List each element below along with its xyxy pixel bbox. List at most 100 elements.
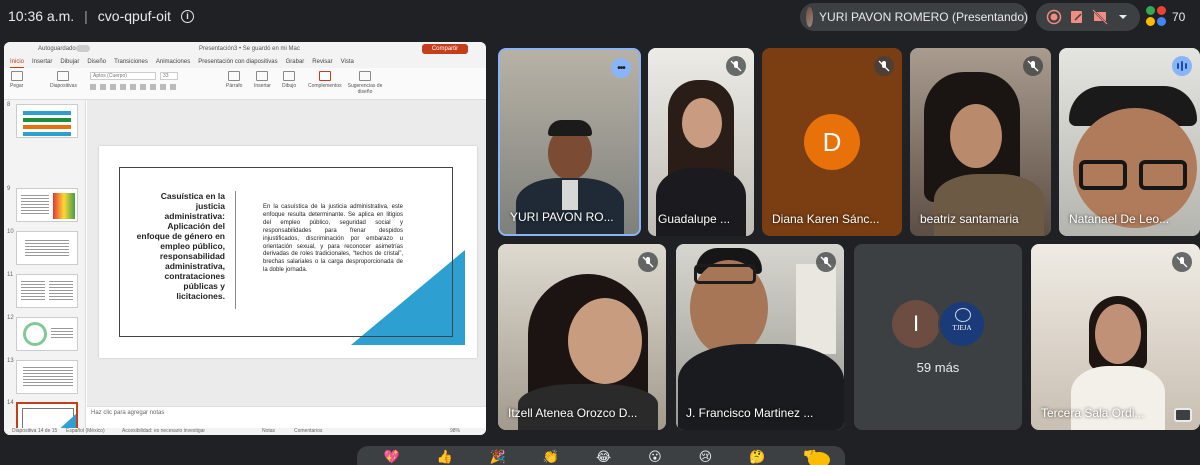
reaction-thinking-icon[interactable]: 🤔: [749, 450, 765, 464]
comments-toggle[interactable]: Comentarios: [294, 428, 322, 435]
current-slide: Casuística en la justicia administrativa…: [99, 146, 477, 358]
slide-thumbnails: 8 9 10 11 12 13 14: [4, 100, 86, 435]
raise-hand-icon[interactable]: [808, 452, 830, 465]
speaking-indicator-icon: [1172, 56, 1192, 76]
thumbnail-number: 11: [7, 272, 14, 278]
slide-divider: [235, 191, 236, 309]
tab-insertar[interactable]: Insertar: [32, 56, 52, 68]
accessibility-label[interactable]: Accesibilidad: es necesario investigar: [122, 428, 205, 435]
reaction-laugh-icon[interactable]: 😂: [596, 450, 611, 464]
notes-toggle[interactable]: Notas: [262, 428, 275, 435]
slide-thumbnail[interactable]: [16, 188, 78, 222]
slide-thumbnail[interactable]: [16, 317, 78, 351]
presenter-chip[interactable]: YURI PAVON ROMERO (Presentando): [800, 3, 1028, 31]
ribbon-tabs: Inicio Insertar Dibujar Diseño Transicio…: [4, 56, 486, 68]
divider: |: [84, 8, 88, 24]
participant-name: Itzell Atenea Orozco D...: [508, 406, 638, 420]
pin-icon[interactable]: [1174, 408, 1192, 422]
thumbnail-number: 8: [7, 102, 11, 108]
presenter-avatar: [806, 7, 814, 27]
participant-tile-itzell[interactable]: Itzell Atenea Orozco D...: [498, 244, 666, 430]
reactions-bar: 💖 👍 🎉 👏 😂 😮 😢 🤔 👎: [357, 446, 845, 465]
stop-presenting-icon[interactable]: [1091, 8, 1109, 26]
participants-button[interactable]: 70: [1146, 3, 1196, 31]
tab-animaciones[interactable]: Animaciones: [156, 56, 190, 68]
insert-button[interactable]: Insertar: [254, 71, 271, 89]
avatar-initial: I: [892, 300, 940, 348]
more-participants-tile[interactable]: I TJEJA 59 más: [854, 244, 1022, 430]
thumbnail-number: 13: [7, 358, 14, 364]
autosave-toggle[interactable]: [76, 45, 90, 52]
mic-off-icon: [1172, 252, 1192, 272]
tab-transiciones[interactable]: Transiciones: [114, 56, 148, 68]
participant-name: J. Francisco Martinez ...: [686, 406, 814, 420]
avatar-initial: D: [804, 114, 860, 170]
draw-button[interactable]: Dibujo: [282, 71, 296, 89]
font-name-select[interactable]: Aptos (Cuerpo): [90, 72, 156, 80]
format-buttons[interactable]: [90, 84, 220, 92]
presenter-label: YURI PAVON ROMERO (Presentando): [819, 10, 1028, 24]
reaction-clap-icon[interactable]: 👏: [543, 450, 559, 464]
reaction-sad-icon[interactable]: 😢: [699, 450, 713, 464]
status-bar: Diapositiva 14 de 15 Español (México) Ac…: [4, 428, 486, 435]
reaction-surprised-icon[interactable]: 😮: [648, 450, 662, 464]
participant-name: Guadalupe ...: [658, 212, 731, 226]
participant-name: beatriz santamaria: [920, 212, 1019, 226]
reaction-thumbs-up-icon[interactable]: 👍: [437, 450, 453, 464]
participant-tile-beatriz[interactable]: beatriz santamaria: [910, 48, 1051, 236]
meeting-code: cvo-qpuf-oit: [97, 8, 171, 24]
thumbnail-number: 9: [7, 186, 11, 192]
tab-inicio[interactable]: Inicio: [10, 56, 25, 68]
design-ideas-button[interactable]: Sugerencias de diseño: [346, 71, 384, 95]
tab-dibujar[interactable]: Dibujar: [60, 56, 79, 68]
reaction-party-icon[interactable]: 🎉: [490, 450, 506, 464]
slide-thumbnail[interactable]: [16, 104, 78, 138]
share-button[interactable]: Compartir: [422, 44, 468, 54]
participant-name: YURI PAVON RO...: [510, 210, 614, 224]
organization-logo: TJEJA: [938, 300, 986, 348]
participant-tile-guadalupe[interactable]: Guadalupe ...: [648, 48, 754, 236]
participant-tile-natanael[interactable]: Natanael De Leo...: [1059, 48, 1200, 236]
record-icon[interactable]: [1045, 8, 1063, 26]
notes-pane[interactable]: Haz clic para agregar notas: [87, 406, 486, 428]
slide-thumbnail[interactable]: [16, 360, 78, 394]
paragraph-button[interactable]: Párrafo: [226, 71, 242, 89]
language-label[interactable]: Español (México): [66, 428, 105, 435]
tab-vista[interactable]: Vista: [341, 56, 354, 68]
tab-revisar[interactable]: Revisar: [312, 56, 332, 68]
slide-heading: Casuística en la justicia administrativa…: [136, 191, 225, 301]
meeting-info: 10:36 a.m. | cvo-qpuf-oit i: [8, 8, 194, 24]
slide-thumbnail[interactable]: [16, 274, 78, 308]
document-title: Presentación3 • Se guardó en mi Mac: [199, 46, 300, 52]
meeting-top-bar: 10:36 a.m. | cvo-qpuf-oit i YURI PAVON R…: [0, 0, 1200, 34]
slide-counter: Diapositiva 14 de 15: [12, 428, 58, 434]
notes-placeholder: Haz clic para agregar notas: [91, 410, 165, 416]
slide-editor: Casuística en la justicia administrativa…: [87, 100, 486, 406]
info-icon[interactable]: i: [180, 9, 194, 23]
ribbon: Pegar Diapositivas Aptos (Cuerpo) 33 Pár…: [4, 68, 486, 100]
zoom-level[interactable]: 98%: [450, 428, 460, 435]
addins-button[interactable]: Complementos: [308, 71, 342, 89]
participant-tile-yuri[interactable]: ••• YURI PAVON RO...: [498, 48, 641, 236]
people-icon: [1146, 6, 1168, 28]
thumbnail-number: 12: [7, 315, 14, 321]
chevron-down-icon[interactable]: [1114, 8, 1132, 26]
participant-tile-tercera-sala[interactable]: Tercera Sala Ordi...: [1031, 244, 1200, 430]
participant-name: Tercera Sala Ordi...: [1041, 406, 1145, 420]
reaction-heart-icon[interactable]: 💖: [383, 450, 399, 464]
tab-grabar[interactable]: Grabar: [286, 56, 305, 68]
font-size-select[interactable]: 33: [160, 72, 178, 80]
slide-thumbnail[interactable]: [16, 231, 78, 265]
annotate-icon[interactable]: [1068, 8, 1086, 26]
tab-diseno[interactable]: Diseño: [87, 56, 106, 68]
tab-presentacion[interactable]: Presentación con diapositivas: [198, 56, 277, 68]
participant-tile-diana[interactable]: D Diana Karen Sánc...: [762, 48, 902, 236]
slides-button[interactable]: Diapositivas: [50, 71, 77, 89]
more-options-icon[interactable]: •••: [611, 58, 631, 78]
paste-button[interactable]: Pegar: [10, 71, 23, 89]
participant-name: Natanael De Leo...: [1069, 212, 1170, 226]
participant-name: Diana Karen Sánc...: [772, 212, 880, 226]
thumbnail-number: 14: [7, 400, 14, 406]
participant-tile-francisco[interactable]: J. Francisco Martinez ...: [676, 244, 844, 430]
mic-off-icon: [1023, 56, 1043, 76]
